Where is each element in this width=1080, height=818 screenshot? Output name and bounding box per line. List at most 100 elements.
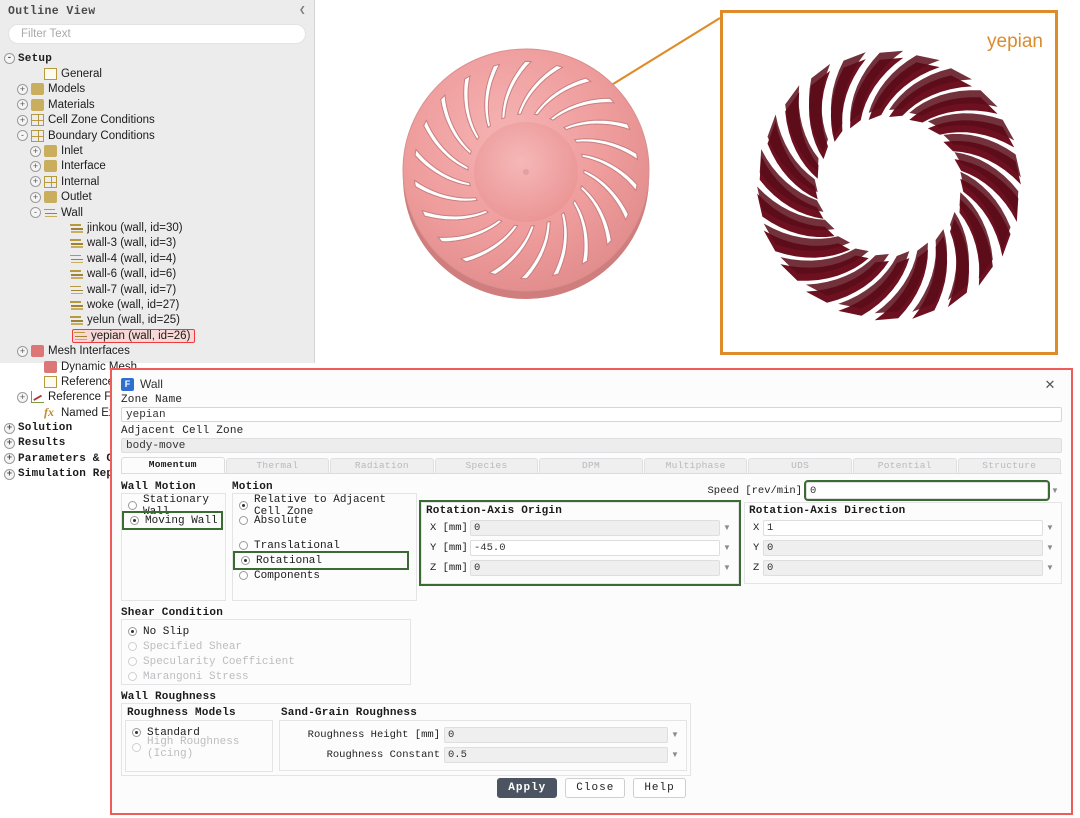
radio-button[interactable] <box>239 541 248 550</box>
tab-radiation[interactable]: Radiation <box>330 458 434 473</box>
dropdown-caret-icon[interactable]: ▼ <box>668 747 682 763</box>
tree-item-inlet[interactable]: + Inlet <box>0 143 314 158</box>
dropdown-caret-icon[interactable]: ▼ <box>720 540 734 556</box>
tree-item-setup[interactable]: - Setup <box>0 51 314 66</box>
expand-toggle-icon[interactable]: + <box>17 345 28 357</box>
radio-components[interactable]: Components <box>233 568 416 583</box>
tab-dpm[interactable]: DPM <box>539 458 643 473</box>
collapse-toggle-icon[interactable]: - <box>30 207 41 219</box>
radio-marangoni-stress[interactable]: Marangoni Stress <box>122 669 410 684</box>
tree-item-yelun[interactable]: yelun (wall, id=25) <box>0 313 314 328</box>
roughness-models-title: Roughness Models <box>127 707 236 719</box>
tree-item-interface[interactable]: + Interface <box>0 159 314 174</box>
shear-condition-group: No Slip Specified Shear Specularity Coeffi… <box>121 619 411 685</box>
expand-toggle-icon[interactable]: + <box>17 391 28 403</box>
radio-button[interactable] <box>132 728 141 737</box>
radio-button[interactable] <box>128 627 137 636</box>
radio-button[interactable] <box>128 501 137 510</box>
tree-item-boundary[interactable]: - Boundary Conditions <box>0 128 314 143</box>
roughness-field-input[interactable]: 0 <box>444 726 668 743</box>
radio-button[interactable] <box>239 571 248 580</box>
axis-field-input[interactable]: 0 <box>763 559 1043 576</box>
tree-item-wall-3[interactable]: wall-3 (wall, id=3) <box>0 236 314 251</box>
radio-rotational[interactable]: Rotational <box>232 551 410 570</box>
radio-specified-shear[interactable]: Specified Shear <box>122 639 410 654</box>
radio-button[interactable] <box>239 516 248 525</box>
expand-toggle-icon[interactable]: + <box>4 468 15 480</box>
expand-toggle-icon[interactable]: + <box>17 114 28 126</box>
tab-momentum[interactable]: Momentum <box>121 457 225 473</box>
tab-potential[interactable]: Potential <box>852 458 957 473</box>
radio-button[interactable] <box>132 743 141 752</box>
axis-field-input[interactable]: -45.0 <box>470 539 720 556</box>
expand-toggle-icon[interactable]: + <box>4 422 15 434</box>
impeller-3d-view[interactable] <box>386 20 666 320</box>
axis-field-input[interactable]: 0 <box>470 519 720 536</box>
zone-name-input[interactable]: yepian <box>121 407 1062 422</box>
axis-field-input[interactable]: 0 <box>763 539 1043 556</box>
speed-dropdown-caret[interactable]: ▼ <box>1048 483 1062 499</box>
collapse-toggle-icon[interactable]: - <box>4 53 15 65</box>
radio-label: Rotational <box>256 554 323 567</box>
help-button[interactable]: Help <box>633 778 686 798</box>
radio-high-roughness-icing[interactable]: High Roughness (Icing) <box>126 736 272 760</box>
radio-stationary-wall[interactable]: Stationary Wall <box>122 494 225 518</box>
dropdown-caret-icon[interactable]: ▼ <box>1043 520 1057 536</box>
expand-toggle-icon[interactable]: + <box>17 83 28 95</box>
radio-button[interactable] <box>241 556 250 565</box>
speed-input[interactable]: 0 <box>804 480 1050 501</box>
expand-toggle-icon[interactable]: + <box>30 176 41 188</box>
dropdown-caret-icon[interactable]: ▼ <box>1043 560 1057 576</box>
tab-multiphase[interactable]: Multiphase <box>643 458 748 473</box>
filter-text-input[interactable]: Filter Text <box>8 24 306 44</box>
roughness-field-input[interactable]: 0.5 <box>444 746 668 763</box>
tree-item-models[interactable]: + Models <box>0 82 314 97</box>
tab-uds[interactable]: UDS <box>748 458 852 473</box>
dropdown-caret-icon[interactable]: ▼ <box>720 560 734 576</box>
dropdown-caret-icon[interactable]: ▼ <box>1043 540 1057 556</box>
radio-relative-to-adjacent-cell-zone[interactable]: Relative to Adjacent Cell Zone <box>233 494 416 518</box>
expand-toggle-icon[interactable]: + <box>4 437 15 449</box>
radio-button[interactable] <box>239 501 248 510</box>
tab-structure[interactable]: Structure <box>957 458 1062 473</box>
tree-item-general[interactable]: General <box>0 66 314 81</box>
tree-item-cell[interactable]: + Cell Zone Conditions <box>0 113 314 128</box>
close-icon[interactable]: ✕ <box>1042 378 1058 392</box>
radio-moving-wall[interactable]: Moving Wall <box>122 511 223 530</box>
tree-item-yepian[interactable]: yepian (wall, id=26) <box>0 328 314 343</box>
tree-item-wall-4[interactable]: wall-4 (wall, id=4) <box>0 251 314 266</box>
collapse-toggle-icon[interactable]: - <box>17 130 28 142</box>
expand-toggle-icon[interactable]: + <box>30 145 41 157</box>
expand-toggle-icon[interactable]: + <box>17 99 28 111</box>
dropdown-caret-icon[interactable]: ▼ <box>720 520 734 536</box>
tree-item-label: yepian (wall, id=26) <box>91 329 191 342</box>
tab-thermal[interactable]: Thermal <box>225 458 330 473</box>
dropdown-caret-icon[interactable]: ▼ <box>668 727 682 743</box>
tree-item-woke[interactable]: woke (wall, id=27) <box>0 297 314 312</box>
tree-item-internal[interactable]: + Internal <box>0 174 314 189</box>
tree-item-mesh[interactable]: + Mesh Interfaces <box>0 343 314 358</box>
close-button[interactable]: Close <box>565 778 626 798</box>
roughness-field-row: Roughness Height [mm] 0 ▼ <box>284 726 682 743</box>
axis-field-input[interactable]: 1 <box>763 519 1043 536</box>
radio-button[interactable] <box>128 672 137 681</box>
expand-toggle-icon[interactable]: + <box>30 160 41 172</box>
tree-item-outlet[interactable]: + Outlet <box>0 190 314 205</box>
expand-toggle-icon[interactable]: + <box>30 191 41 203</box>
tree-item-wall-6[interactable]: wall-6 (wall, id=6) <box>0 266 314 281</box>
radio-no-slip[interactable]: No Slip <box>122 624 410 639</box>
tree-item-wall-7[interactable]: wall-7 (wall, id=7) <box>0 282 314 297</box>
radio-specularity-coefficient[interactable]: Specularity Coefficient <box>122 654 410 669</box>
expand-toggle-icon[interactable]: + <box>4 453 15 465</box>
tab-species[interactable]: Species <box>434 458 539 473</box>
axis-field-input[interactable]: 0 <box>470 559 720 576</box>
radio-translational[interactable]: Translational <box>233 538 416 553</box>
tree-item-jinkou[interactable]: jinkou (wall, id=30) <box>0 220 314 235</box>
tree-item-wall[interactable]: - Wall <box>0 205 314 220</box>
tree-item-materials[interactable]: + Materials <box>0 97 314 112</box>
radio-button[interactable] <box>128 642 137 651</box>
radio-button[interactable] <box>130 516 139 525</box>
chevron-left-icon[interactable]: ❮ <box>299 5 306 17</box>
apply-button[interactable]: Apply <box>497 778 558 798</box>
radio-button[interactable] <box>128 657 137 666</box>
